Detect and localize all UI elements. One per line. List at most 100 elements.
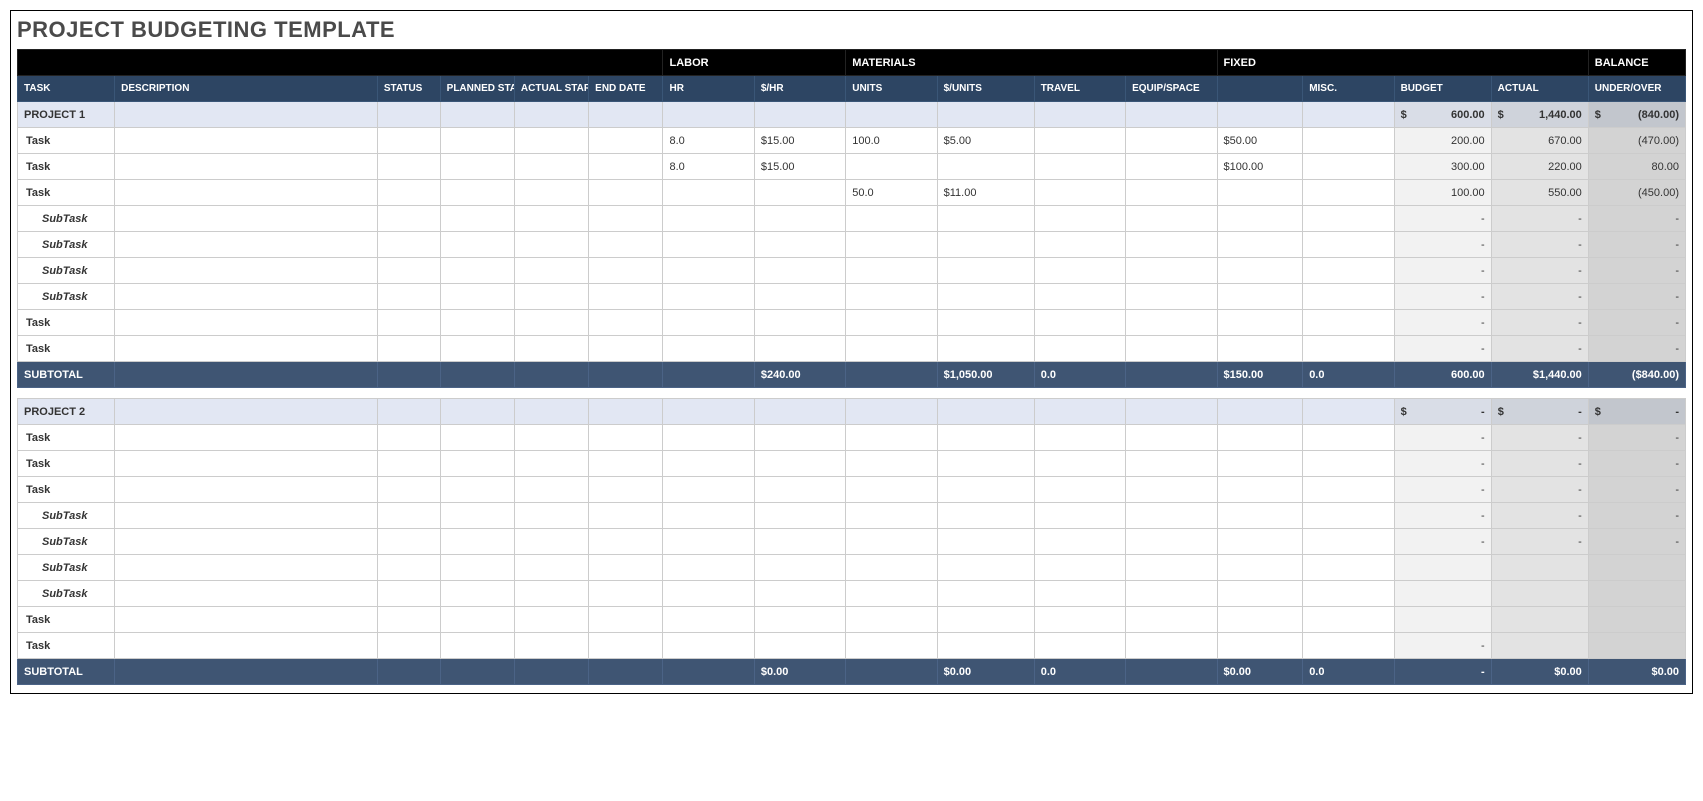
task-label: Task — [18, 633, 115, 659]
hdr-end-date: END DATE — [589, 76, 663, 102]
cell-actual: - — [1491, 206, 1588, 232]
band-fixed: FIXED — [1217, 50, 1588, 76]
hdr-budget: BUDGET — [1394, 76, 1491, 102]
subtotal-label: SUBTOTAL — [18, 659, 115, 685]
cell-fixed[interactable]: $100.00 — [1217, 154, 1303, 180]
table-row[interactable]: SubTask - - - — [18, 232, 1686, 258]
subtotal-label: SUBTOTAL — [18, 362, 115, 388]
table-row[interactable]: Task - - - — [18, 336, 1686, 362]
cell-actual: 220.00 — [1491, 154, 1588, 180]
subtotal-misc: 0.0 — [1303, 362, 1394, 388]
hdr-task: TASK — [18, 76, 115, 102]
subtotal-travel: 0.0 — [1034, 659, 1125, 685]
project-2-budget: $- — [1394, 399, 1491, 425]
subtask-label: SubTask — [18, 232, 115, 258]
subtotal-underover: $0.00 — [1588, 659, 1685, 685]
project-2-underover: $- — [1588, 399, 1685, 425]
subtotal-rate: $240.00 — [754, 362, 845, 388]
task-label: Task — [18, 310, 115, 336]
subtask-label: SubTask — [18, 503, 115, 529]
cell-rate[interactable]: $15.00 — [754, 154, 845, 180]
band-balance: BALANCE — [1588, 50, 1685, 76]
subtotal-uprice: $1,050.00 — [937, 362, 1034, 388]
table-row[interactable]: SubTask - - - — [18, 529, 1686, 555]
table-row[interactable]: Task - - - — [18, 310, 1686, 336]
table-row[interactable]: SubTask - - - — [18, 206, 1686, 232]
project-2-actual: $- — [1491, 399, 1588, 425]
project-2-row: PROJECT 2 $- $- $- — [18, 399, 1686, 425]
project-2-name: PROJECT 2 — [18, 399, 115, 425]
task-label: Task — [18, 180, 115, 206]
cell-actual: 550.00 — [1491, 180, 1588, 206]
task-label: Task — [18, 154, 115, 180]
budget-table-2: PROJECT 2 $- $- $- Task - - - Task - - -… — [17, 398, 1686, 685]
hdr-status: STATUS — [377, 76, 440, 102]
table-row[interactable]: Task - - - — [18, 425, 1686, 451]
cell-underover: 80.00 — [1588, 154, 1685, 180]
subtask-label: SubTask — [18, 581, 115, 607]
hdr-hr: HR — [663, 76, 754, 102]
hdr-rate: $/HR — [754, 76, 845, 102]
cell-hr[interactable]: 8.0 — [663, 128, 754, 154]
cell-units[interactable]: 100.0 — [846, 128, 937, 154]
project-1-row: PROJECT 1 $600.00 $1,440.00 $(840.00) — [18, 102, 1686, 128]
cell-budget: 300.00 — [1394, 154, 1491, 180]
cell-budget: - — [1394, 206, 1491, 232]
hdr-unit-price: $/UNITS — [937, 76, 1034, 102]
table-row[interactable]: Task - — [18, 633, 1686, 659]
project-1-actual: $1,440.00 — [1491, 102, 1588, 128]
hdr-underover: UNDER/OVER — [1588, 76, 1685, 102]
project-1-subtotal: SUBTOTAL $240.00 $1,050.00 0.0 $150.00 0… — [18, 362, 1686, 388]
cell-budget: 100.00 — [1394, 180, 1491, 206]
hdr-fixed-blank — [1217, 76, 1303, 102]
cell-fixed[interactable]: $50.00 — [1217, 128, 1303, 154]
table-row[interactable]: Task 8.0 $15.00 $100.00 300.00 220.00 80… — [18, 154, 1686, 180]
subtotal-actual: $1,440.00 — [1491, 362, 1588, 388]
table-row[interactable]: Task — [18, 607, 1686, 633]
table-row[interactable]: Task 8.0 $15.00 100.0 $5.00 $50.00 200.0… — [18, 128, 1686, 154]
task-label: Task — [18, 336, 115, 362]
hdr-misc: MISC. — [1303, 76, 1394, 102]
table-row[interactable]: SubTask — [18, 581, 1686, 607]
hdr-actual: ACTUAL — [1491, 76, 1588, 102]
subtotal-fixed: $150.00 — [1217, 362, 1303, 388]
cell-uprice[interactable]: $11.00 — [937, 180, 1034, 206]
hdr-actual-start: ACTUAL START DATE — [514, 76, 588, 102]
subtotal-underover: ($840.00) — [1588, 362, 1685, 388]
page-title: PROJECT BUDGETING TEMPLATE — [17, 17, 1686, 43]
table-row[interactable]: SubTask - - - — [18, 503, 1686, 529]
task-label: Task — [18, 128, 115, 154]
cell-actual: 670.00 — [1491, 128, 1588, 154]
cell-underover: (470.00) — [1588, 128, 1685, 154]
table-row[interactable]: Task 50.0 $11.00 100.00 550.00 (450.00) — [18, 180, 1686, 206]
hdr-equip: EQUIP/SPACE — [1126, 76, 1217, 102]
table-row[interactable]: Task - - - — [18, 451, 1686, 477]
subtask-label: SubTask — [18, 258, 115, 284]
table-row[interactable]: SubTask — [18, 555, 1686, 581]
subtotal-rate: $0.00 — [754, 659, 845, 685]
table-row[interactable]: SubTask - - - — [18, 258, 1686, 284]
subtotal-misc: 0.0 — [1303, 659, 1394, 685]
cell-underover: - — [1588, 206, 1685, 232]
band-labor: LABOR — [663, 50, 846, 76]
cell-rate[interactable]: $15.00 — [754, 128, 845, 154]
project-1-name: PROJECT 1 — [18, 102, 115, 128]
cell-uprice[interactable]: $5.00 — [937, 128, 1034, 154]
subtotal-budget: - — [1394, 659, 1491, 685]
table-row[interactable]: SubTask - - - — [18, 284, 1686, 310]
subtotal-budget: 600.00 — [1394, 362, 1491, 388]
subtotal-uprice: $0.00 — [937, 659, 1034, 685]
project-1-budget: $600.00 — [1394, 102, 1491, 128]
table-row[interactable]: Task - - - — [18, 477, 1686, 503]
project-2-subtotal: SUBTOTAL $0.00 $0.00 0.0 $0.00 0.0 - $0.… — [18, 659, 1686, 685]
hdr-description: DESCRIPTION — [115, 76, 378, 102]
subtotal-travel: 0.0 — [1034, 362, 1125, 388]
project-1-underover: $(840.00) — [1588, 102, 1685, 128]
subtask-label: SubTask — [18, 529, 115, 555]
cell-units[interactable]: 50.0 — [846, 180, 937, 206]
hdr-units: UNITS — [846, 76, 937, 102]
budget-table: LABOR MATERIALS FIXED BALANCE TASK DESCR… — [17, 49, 1686, 388]
task-label: Task — [18, 425, 115, 451]
cell-hr[interactable]: 8.0 — [663, 154, 754, 180]
hdr-travel: TRAVEL — [1034, 76, 1125, 102]
